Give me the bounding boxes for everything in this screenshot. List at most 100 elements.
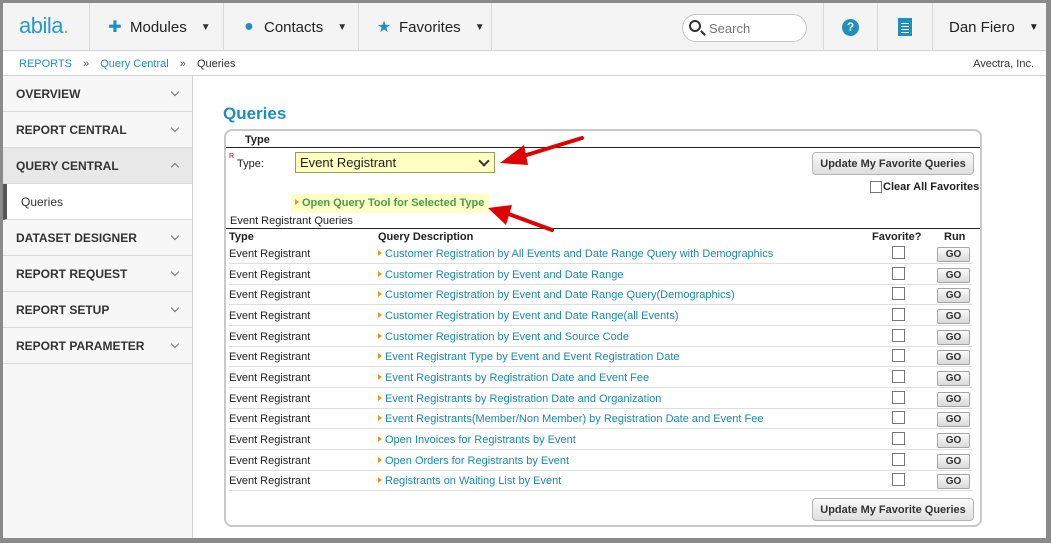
go-button[interactable]: GO (937, 391, 970, 407)
bullet-arrow-icon (378, 332, 382, 339)
sidebar-item-label: DATASET DESIGNER (16, 230, 137, 245)
row-type: Event Registrant (229, 433, 311, 446)
go-button[interactable]: GO (937, 453, 970, 469)
favorite-checkbox[interactable] (892, 287, 905, 301)
query-description: Open Invoices for Registrants by Event (385, 433, 576, 446)
chevron-down-icon (170, 339, 180, 349)
chevron-down-icon (170, 231, 180, 241)
sidebar-item-label: QUERY CENTRAL (16, 158, 119, 173)
favorite-checkbox[interactable] (892, 411, 905, 425)
go-button[interactable]: GO (937, 370, 970, 386)
go-button[interactable]: GO (937, 267, 970, 283)
bullet-arrow-icon (378, 373, 382, 380)
query-link[interactable]: Customer Registration by Event and Sourc… (378, 331, 629, 343)
page-title: Queries (223, 104, 287, 123)
favorite-checkbox[interactable] (892, 390, 905, 404)
query-link[interactable]: Event Registrant Type by Event and Event… (378, 351, 680, 363)
organization-button[interactable] (877, 3, 932, 51)
favorite-checkbox[interactable] (892, 473, 905, 487)
app-window: abila. ✚ Modules ▼ ● Contacts ▼ ★ Favori… (3, 3, 1046, 538)
search-icon (689, 20, 701, 32)
column-header-favorite: Favorite? (872, 231, 922, 243)
bullet-arrow-icon (378, 435, 382, 442)
user-menu[interactable]: Dan Fiero ▼ (932, 3, 1046, 51)
go-button[interactable]: GO (937, 412, 970, 428)
help-icon: ? (842, 18, 859, 36)
nav-favorites[interactable]: ★ Favorites ▼ (358, 3, 492, 51)
row-type: Event Registrant (229, 392, 311, 405)
go-button[interactable]: GO (937, 288, 970, 304)
query-link[interactable]: Customer Registration by Event and Date … (378, 310, 678, 322)
table-row: Event Registrant Open Invoices for Regist… (229, 430, 972, 450)
caret-down-icon: ▼ (200, 21, 211, 33)
go-button[interactable]: GO (937, 350, 970, 366)
go-button[interactable]: GO (937, 432, 970, 448)
favorite-checkbox[interactable] (892, 246, 905, 259)
query-link[interactable]: Open Orders for Registrants by Event (378, 455, 569, 467)
search-box[interactable] (682, 14, 807, 42)
breadcrumb: REPORTS » Query Central » Queries (19, 58, 236, 70)
sidebar-subitem-label: Queries (21, 194, 64, 209)
favorite-checkbox[interactable] (892, 431, 905, 445)
nav-modules[interactable]: ✚ Modules ▼ (89, 3, 223, 51)
favorite-checkbox[interactable] (892, 369, 905, 383)
sidebar-item-overview[interactable]: OVERVIEW (3, 76, 192, 112)
sidebar-item-dataset-designer[interactable]: DATASET DESIGNER (3, 220, 192, 256)
clear-all-favorites[interactable]: Clear All Favorites (870, 181, 979, 193)
search-input[interactable] (709, 19, 801, 37)
sidebar-item-query-central[interactable]: QUERY CENTRAL (3, 148, 192, 184)
abila-logo[interactable]: abila. (19, 13, 69, 39)
table-row: Event Registrant Event Registrant Type by… (229, 347, 972, 368)
row-type: Event Registrant (229, 475, 311, 488)
nav-favorites-label: Favorites (399, 18, 461, 36)
favorite-checkbox[interactable] (892, 349, 905, 363)
favorite-checkbox[interactable] (892, 328, 905, 342)
query-link[interactable]: Event Registrants by Registration Date a… (378, 393, 661, 405)
query-description: Event Registrant Type by Event and Event… (385, 351, 680, 364)
type-select[interactable]: Event Registrant (295, 152, 495, 173)
go-button[interactable]: GO (937, 308, 970, 324)
sidebar-item-report-parameter[interactable]: REPORT PARAMETER (3, 328, 192, 364)
favorite-checkbox[interactable] (892, 452, 905, 466)
query-link[interactable]: Event Registrants by Registration Date a… (378, 372, 649, 384)
sidebar-item-report-setup[interactable]: REPORT SETUP (3, 292, 192, 328)
update-favorites-button-bottom[interactable]: Update My Favorite Queries (812, 498, 974, 521)
puzzle-icon: ✚ (108, 19, 122, 36)
row-type: Event Registrant (229, 330, 311, 343)
update-favorites-button-top[interactable]: Update My Favorite Queries (812, 152, 974, 175)
query-description: Customer Registration by Event and Sourc… (385, 330, 629, 343)
breadcrumb-query-central[interactable]: Query Central (100, 58, 168, 70)
bullet-arrow-icon (378, 477, 382, 484)
caret-down-icon: ▼ (1028, 21, 1039, 33)
clear-favorites-checkbox[interactable] (870, 181, 882, 193)
nav-contacts[interactable]: ● Contacts ▼ (223, 3, 358, 51)
go-button[interactable]: GO (937, 329, 970, 345)
chevron-down-icon (170, 87, 180, 97)
bullet-arrow-icon (378, 250, 382, 256)
query-description: Customer Registration by All Events and … (385, 248, 774, 260)
sidebar-subitem-queries[interactable]: Queries (3, 184, 192, 220)
query-link[interactable]: Open Invoices for Registrants by Event (378, 434, 576, 446)
help-button[interactable]: ? (823, 3, 877, 51)
table-row: Event Registrant Customer Registration by… (229, 285, 972, 306)
favorite-checkbox[interactable] (892, 307, 905, 321)
query-link[interactable]: Customer Registration by All Events and … (378, 248, 773, 260)
go-button[interactable]: GO (937, 474, 970, 490)
chevron-up-icon (170, 162, 180, 172)
go-button[interactable]: GO (937, 247, 970, 262)
bullet-arrow-icon (295, 199, 299, 205)
query-link[interactable]: Registrants on Waiting List by Event (378, 475, 561, 487)
table-row: Event Registrant Event Registrants by Reg… (229, 389, 972, 409)
sidebar-item-report-central[interactable]: REPORT CENTRAL (3, 112, 192, 148)
open-query-tool-link[interactable]: Open Query Tool for Selected Type (291, 194, 491, 213)
query-link[interactable]: Event Registrants(Member/Non Member) by … (378, 413, 763, 425)
query-link[interactable]: Customer Registration by Event and Date … (378, 269, 623, 281)
chevron-down-icon (170, 123, 180, 133)
bullet-arrow-icon (378, 456, 382, 463)
query-link[interactable]: Customer Registration by Event and Date … (378, 289, 735, 301)
sidebar-item-report-request[interactable]: REPORT REQUEST (3, 256, 192, 292)
chevron-down-icon (170, 267, 180, 277)
query-description: Event Registrants by Registration Date a… (385, 392, 662, 405)
favorite-checkbox[interactable] (892, 266, 905, 280)
breadcrumb-reports[interactable]: REPORTS (19, 58, 72, 70)
